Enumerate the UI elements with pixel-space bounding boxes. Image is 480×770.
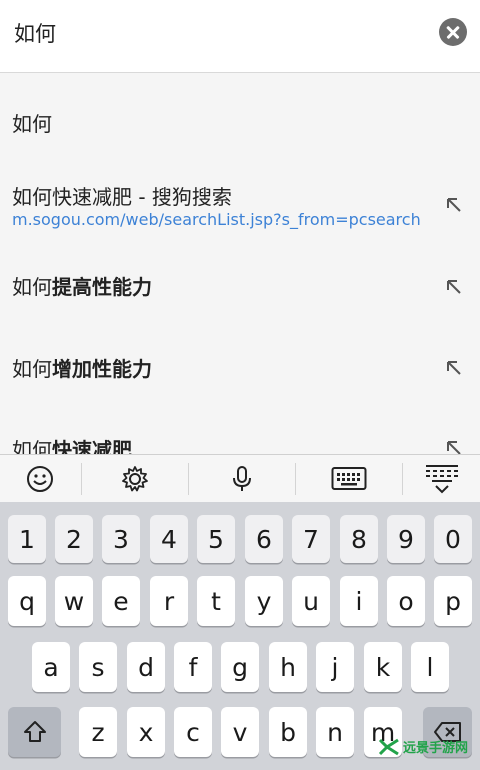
key-z[interactable]: z xyxy=(79,707,117,757)
key-4[interactable]: 4 xyxy=(150,515,188,563)
fill-query-arrow-icon[interactable] xyxy=(444,438,464,454)
key-v[interactable]: v xyxy=(221,707,259,757)
key-w[interactable]: w xyxy=(55,576,93,626)
key-d[interactable]: d xyxy=(127,642,165,692)
key-u[interactable]: u xyxy=(292,576,330,626)
key-y[interactable]: y xyxy=(245,576,283,626)
key-f[interactable]: f xyxy=(174,642,212,692)
suggestion-text: 如何增加性能力 xyxy=(12,357,152,381)
key-6[interactable]: 6 xyxy=(245,515,283,563)
fill-query-arrow-icon[interactable] xyxy=(444,358,464,378)
key-k[interactable]: k xyxy=(364,642,402,692)
search-bar: 如何 xyxy=(0,0,480,73)
watermark-logo-icon xyxy=(378,738,399,755)
key-0[interactable]: 0 xyxy=(434,515,472,563)
key-l[interactable]: l xyxy=(411,642,449,692)
key-r[interactable]: r xyxy=(150,576,188,626)
suggestion-text: 如何快速减肥 - 搜狗搜索 xyxy=(12,185,232,209)
key-g[interactable]: g xyxy=(221,642,259,692)
suggestion-item[interactable]: 如何提高性能力 xyxy=(0,247,480,329)
key-i[interactable]: i xyxy=(340,576,378,626)
suggestion-text: 如何提高性能力 xyxy=(12,275,152,299)
key-n[interactable]: n xyxy=(316,707,354,757)
suggestion-text: 如何 xyxy=(12,112,52,136)
key-e[interactable]: e xyxy=(102,576,140,626)
key-p[interactable]: p xyxy=(434,576,472,626)
key-s[interactable]: s xyxy=(79,642,117,692)
key-2[interactable]: 2 xyxy=(55,515,93,563)
watermark: 远景手游网 xyxy=(378,737,468,756)
key-8[interactable]: 8 xyxy=(340,515,378,563)
key-a[interactable]: a xyxy=(32,642,70,692)
clear-icon[interactable] xyxy=(439,18,467,46)
fill-query-arrow-icon[interactable] xyxy=(444,277,464,297)
fill-query-arrow-icon[interactable] xyxy=(444,195,464,215)
keyboard-hide-icon[interactable] xyxy=(403,455,480,503)
keyboard-icon[interactable] xyxy=(296,455,402,503)
key-h[interactable]: h xyxy=(269,642,307,692)
key-3[interactable]: 3 xyxy=(102,515,140,563)
search-input[interactable]: 如何 xyxy=(14,18,56,48)
microphone-icon[interactable] xyxy=(189,455,295,503)
key-q[interactable]: q xyxy=(8,576,46,626)
key-j[interactable]: j xyxy=(316,642,354,692)
suggestion-item[interactable]: 如何 xyxy=(0,73,480,155)
key-9[interactable]: 9 xyxy=(387,515,425,563)
suggestion-item[interactable]: 如何快速减肥 xyxy=(0,411,480,454)
watermark-text: 远景手游网 xyxy=(402,741,468,756)
key-1[interactable]: 1 xyxy=(8,515,46,563)
key-c[interactable]: c xyxy=(174,707,212,757)
suggestion-item[interactable]: 如何增加性能力 xyxy=(0,329,480,411)
key-o[interactable]: o xyxy=(387,576,425,626)
key-x[interactable]: x xyxy=(127,707,165,757)
keyboard: 1 2 3 4 5 6 7 8 9 0 q w e r t y u i o p … xyxy=(0,502,480,770)
keyboard-toolbar xyxy=(0,454,480,503)
suggestion-text: 如何快速减肥 xyxy=(12,438,132,454)
key-7[interactable]: 7 xyxy=(292,515,330,563)
shift-arrow-icon[interactable] xyxy=(8,707,61,757)
key-b[interactable]: b xyxy=(269,707,307,757)
suggestion-item[interactable]: 如何快速减肥 - 搜狗搜索 m.sogou.com/web/searchList… xyxy=(0,155,480,247)
suggestion-list: 如何 如何快速减肥 - 搜狗搜索 m.sogou.com/web/searchL… xyxy=(0,73,480,454)
emoji-icon[interactable] xyxy=(0,455,80,503)
key-5[interactable]: 5 xyxy=(197,515,235,563)
suggestion-url: m.sogou.com/web/searchList.jsp?s_from=pc… xyxy=(12,210,421,229)
settings-gear-icon[interactable] xyxy=(82,455,188,503)
key-t[interactable]: t xyxy=(197,576,235,626)
